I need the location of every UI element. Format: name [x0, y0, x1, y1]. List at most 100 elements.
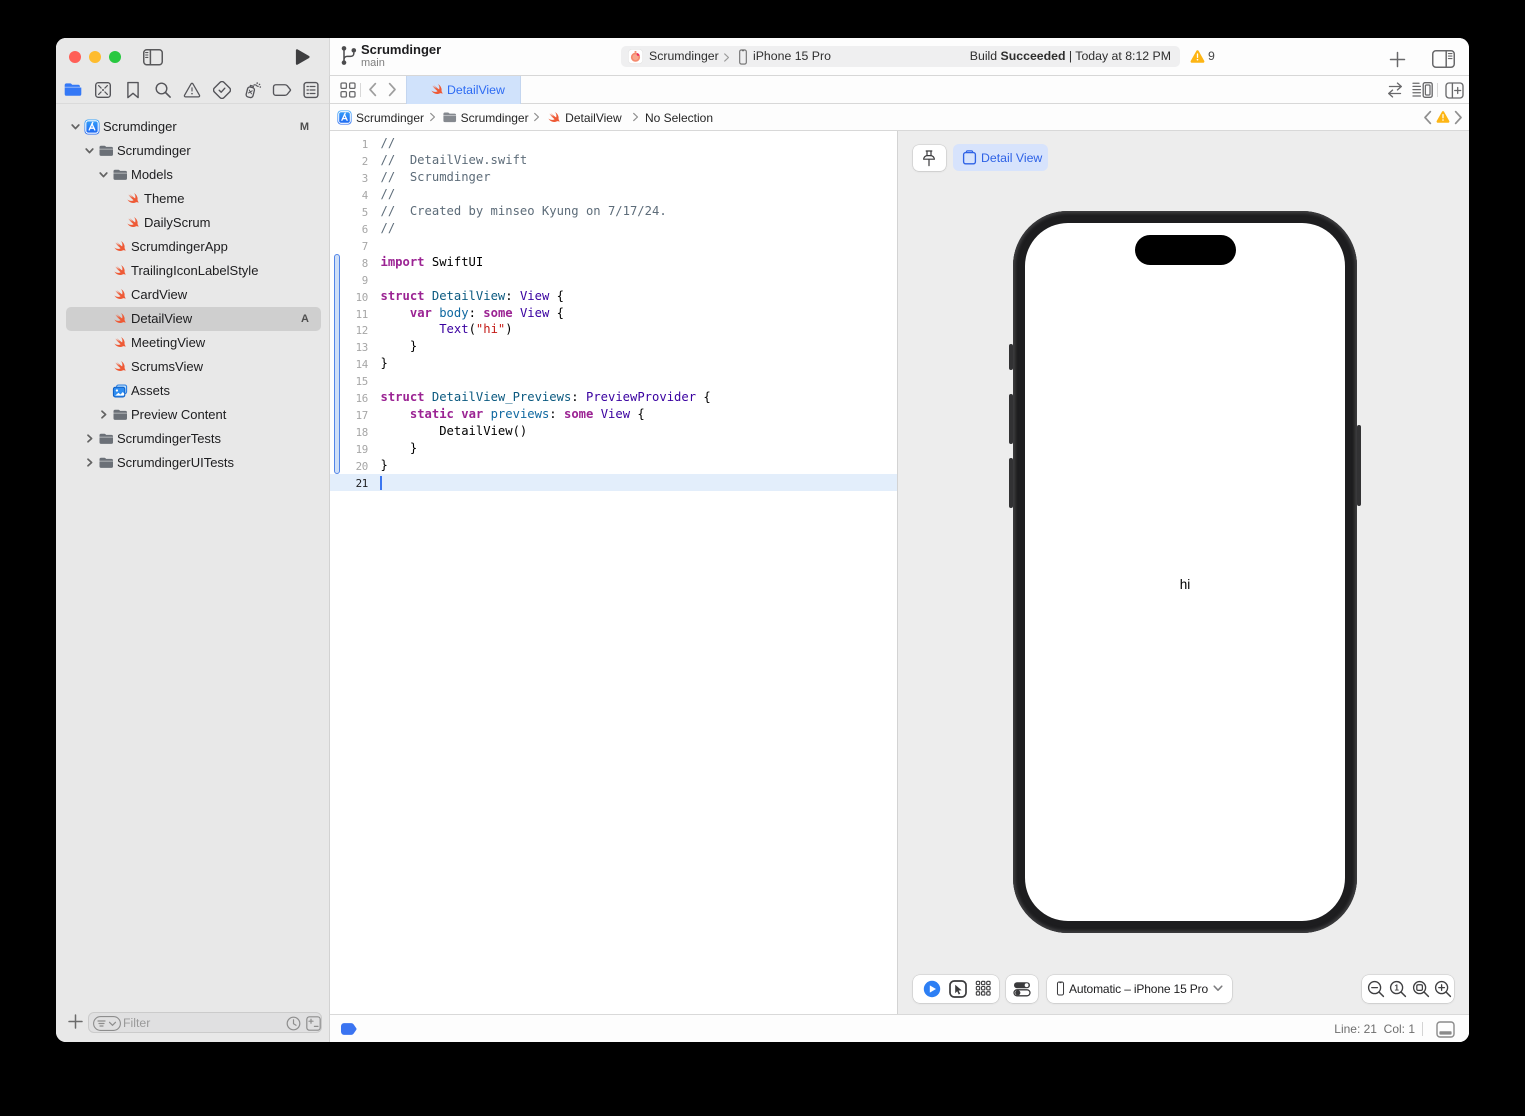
recent-files-icon[interactable] [286, 1016, 301, 1031]
device-selector[interactable]: Automatic – iPhone 15 Pro [1047, 975, 1232, 1003]
add-item-icon[interactable] [68, 1014, 83, 1029]
source-control-status-icon[interactable] [306, 1016, 321, 1031]
scheme-selector[interactable]: Scrumdinger iPhone 15 Pro Build Succeede… [621, 46, 1180, 67]
code-line-11: 11 var body: some View { [330, 305, 897, 322]
editor-status-bar: Line: 21 Col: 1 [330, 1014, 1469, 1042]
breakpoint-icon [272, 84, 292, 97]
editor-area: DetailView Scrumdinger Scrumdinger Detai… [330, 76, 1469, 1042]
tree-row-scrumdinger[interactable]: Scrumdinger M [56, 115, 329, 139]
tab-detailview[interactable]: DetailView [406, 76, 521, 104]
sidebar-toggle-icon[interactable] [143, 49, 163, 66]
jumpbar-item[interactable]: DetailView [565, 110, 621, 126]
disclosure-closed-icon[interactable] [83, 432, 96, 445]
forward-icon[interactable] [386, 82, 398, 97]
scheme-device[interactable]: iPhone 15 Pro [753, 46, 831, 67]
swift-icon [125, 215, 141, 231]
tree-row-cardview[interactable]: CardView [56, 283, 329, 307]
pin-preview-button[interactable] [913, 145, 946, 171]
tree-row-scrumdingerapp[interactable]: ScrumdingerApp [56, 235, 329, 259]
code-review-icon[interactable] [1385, 82, 1405, 98]
navigator-tab-project[interactable] [61, 76, 85, 104]
navigator-tab-bar [56, 76, 329, 104]
add-editor-icon[interactable] [1445, 82, 1464, 99]
disclosure-closed-icon[interactable] [83, 456, 96, 469]
navigator-tab-test[interactable] [210, 76, 234, 104]
previous-issue-icon[interactable] [1422, 110, 1434, 125]
tree-row-preview-content[interactable]: Preview Content [56, 403, 329, 427]
project-icon [84, 119, 100, 135]
window-title: Scrumdinger main [361, 42, 441, 70]
window-zoom-button[interactable] [109, 51, 121, 63]
detail-view-button[interactable]: Detail View [953, 144, 1048, 171]
filter-menu-icon[interactable] [93, 1016, 121, 1031]
window-minimize-button[interactable] [89, 51, 101, 63]
source-editor[interactable]: 1 // 2 // DetailView.swift 3 // Scrumdin… [330, 131, 897, 1014]
navigator-tab-bookmark[interactable] [121, 76, 145, 104]
breakpoint-badge-icon[interactable] [340, 1022, 357, 1036]
tree-row-models[interactable]: Models [56, 163, 329, 187]
code-token-kw: static [409, 407, 454, 422]
variants-icon[interactable] [975, 980, 992, 997]
tree-row-scrumdinger[interactable]: Scrumdinger [56, 139, 329, 163]
zoom-100-icon[interactable]: 1 [1389, 980, 1407, 998]
code-text: Text("hi") [381, 321, 512, 338]
tree-row-trailingiconlabelstyle[interactable]: TrailingIconLabelStyle [56, 259, 329, 283]
navigator-tab-report[interactable] [299, 76, 323, 104]
zoom-out-icon[interactable] [1367, 980, 1385, 998]
code-token-cm: // [380, 186, 396, 201]
debug-area-toggle-icon[interactable] [1436, 1021, 1455, 1038]
jumpbar-item[interactable]: No Selection [645, 110, 713, 126]
tree-row-scrumdingeruitests[interactable]: ScrumdingerUITests [56, 451, 329, 475]
line-number: 10 [355, 290, 369, 304]
tree-row-dailyscrum[interactable]: DailyScrum [56, 211, 329, 235]
editor-layout-icon[interactable] [1432, 50, 1455, 68]
jumpbar-item[interactable]: Scrumdinger [356, 110, 424, 126]
navigator-tab-source-control[interactable] [91, 76, 115, 104]
navigator-tab-debug[interactable] [240, 76, 264, 104]
line-number: 4 [361, 188, 369, 202]
live-preview-icon[interactable] [923, 980, 941, 998]
run-button[interactable] [294, 48, 311, 66]
tree-row-detailview[interactable]: DetailView A [56, 307, 329, 331]
zoom-in-icon[interactable] [1434, 980, 1452, 998]
editor-options-icon[interactable] [1412, 82, 1433, 98]
disclosure-open-icon[interactable] [83, 144, 96, 157]
tree-row-theme[interactable]: Theme [56, 187, 329, 211]
scheme-name[interactable]: Scrumdinger [649, 46, 719, 67]
selectable-mode-icon[interactable] [949, 980, 967, 998]
tree-row-assets[interactable]: Assets [56, 379, 329, 403]
jumpbar-folder-icon [442, 110, 457, 125]
device-settings-pill[interactable] [1006, 975, 1038, 1003]
swift-icon [112, 359, 128, 375]
navigator-tab-issue[interactable] [180, 76, 204, 104]
navigator-tab-search[interactable] [151, 76, 175, 104]
code-line-8: 8 import SwiftUI [330, 254, 897, 271]
line-col-indicator: Line: 21 Col: 1 [1334, 1022, 1415, 1036]
jump-bar[interactable]: Scrumdinger Scrumdinger DetailView No Sele… [330, 104, 1469, 131]
next-issue-icon[interactable] [1452, 110, 1464, 125]
jumpbar-warning-icon[interactable] [1436, 110, 1450, 124]
navigator-tab-breakpoint[interactable] [270, 76, 294, 104]
disclosure-open-icon[interactable] [69, 120, 82, 133]
tab-overview-icon[interactable] [340, 82, 356, 98]
code-line-2: 2 // DetailView.swift [330, 152, 897, 169]
action-button [1009, 344, 1013, 370]
tree-row-scrumdingertests[interactable]: ScrumdingerTests [56, 427, 329, 451]
filter-field[interactable]: Filter [88, 1012, 322, 1033]
phone-screen[interactable]: hi [1025, 223, 1345, 921]
tree-row-meetingview[interactable]: MeetingView [56, 331, 329, 355]
preview-canvas: Detail View hi Automatic – iPhone 15 Pro… [897, 131, 1469, 1014]
tree-row-scrumsview[interactable]: ScrumsView [56, 355, 329, 379]
jumpbar-item[interactable]: Scrumdinger [461, 110, 529, 126]
back-icon[interactable] [367, 82, 379, 97]
disclosure-open-icon[interactable] [97, 168, 110, 181]
code-line-18: 18 DetailView() [330, 423, 897, 440]
build-status[interactable]: Build Succeeded | Today at 8:12 PM [970, 46, 1171, 67]
library-add-icon[interactable] [1389, 51, 1406, 68]
tree-label: MeetingView [131, 335, 206, 350]
zoom-fit-icon[interactable] [1412, 980, 1430, 998]
window-close-button[interactable] [69, 51, 81, 63]
code-text: DetailView() [381, 423, 527, 440]
disclosure-closed-icon[interactable] [97, 408, 110, 421]
